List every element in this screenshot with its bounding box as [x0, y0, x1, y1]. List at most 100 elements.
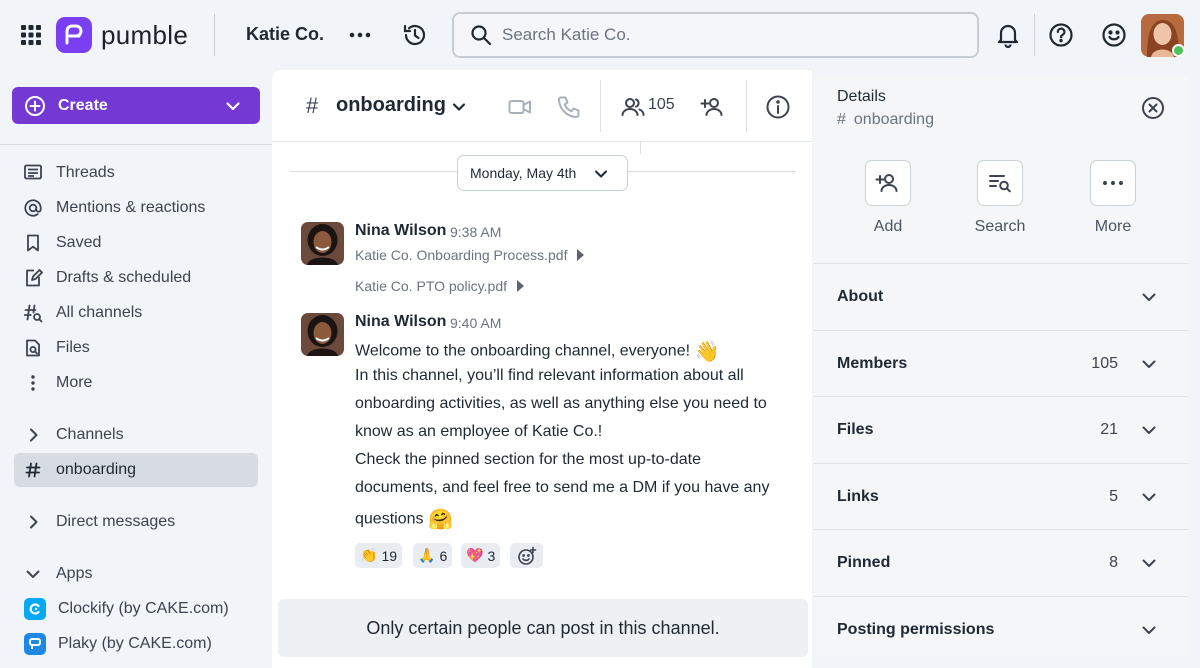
- pumble-logo: pumble: [56, 17, 188, 53]
- posting-restricted-notice: Only certain people can post in this cha…: [278, 599, 808, 657]
- date-label: Monday, May 4th: [470, 165, 577, 181]
- reaction-emoji: 👏: [360, 547, 378, 563]
- message-line: know as an employee of Katie Co.!: [355, 423, 603, 440]
- create-button[interactable]: Create: [12, 87, 260, 124]
- workspace-name[interactable]: Katie Co.: [246, 24, 324, 45]
- sidebar-item-label: Drafts & scheduled: [56, 269, 192, 286]
- details-section-about[interactable]: About: [814, 263, 1188, 329]
- bookmark-icon: [22, 232, 44, 254]
- sidebar-item-label: All channels: [56, 304, 143, 321]
- info-icon[interactable]: [765, 94, 791, 120]
- phone-call-icon[interactable]: [556, 94, 582, 120]
- more-vertical-icon: [22, 372, 44, 394]
- search-bar[interactable]: [452, 12, 979, 58]
- message-line: documents, and feel free to send me a DM…: [355, 479, 770, 496]
- sidebar-app-clockify[interactable]: Clockify (by CAKE.com): [14, 592, 258, 626]
- avatar[interactable]: [301, 222, 344, 265]
- details-action-label: Search: [974, 218, 1026, 235]
- more-horizontal-icon[interactable]: [348, 24, 372, 46]
- reaction-count: 6: [439, 547, 448, 564]
- message-text: questions 🤗: [355, 507, 453, 532]
- apps-grid-icon[interactable]: [20, 24, 42, 46]
- member-count[interactable]: 105: [648, 96, 675, 114]
- details-section-pinned[interactable]: Pinned 8: [814, 529, 1188, 595]
- sidebar-section-channels[interactable]: Channels: [14, 418, 258, 452]
- sidebar-item-all-channels[interactable]: All channels: [14, 296, 258, 330]
- files-icon: [22, 337, 44, 359]
- details-search-button[interactable]: Search: [955, 160, 1045, 236]
- play-icon: [577, 249, 585, 261]
- sidebar-item-mentions[interactable]: Mentions & reactions: [14, 191, 258, 225]
- channel-title[interactable]: onboarding: [336, 94, 446, 117]
- at-icon: [22, 197, 44, 219]
- reaction-count: 19: [381, 547, 398, 564]
- section-label: Links: [837, 487, 879, 505]
- section-count: 5: [1109, 487, 1118, 505]
- details-section-posting-permissions[interactable]: Posting permissions: [814, 596, 1188, 662]
- bell-icon[interactable]: [995, 22, 1021, 48]
- sidebar-item-more[interactable]: More: [14, 366, 258, 400]
- details-channel: # onboarding: [837, 111, 934, 129]
- reaction-clap[interactable]: 👏 19: [355, 543, 403, 568]
- play-icon: [517, 280, 524, 292]
- sidebar-app-plaky[interactable]: Plaky (by CAKE.com): [14, 627, 258, 661]
- plus-circle-icon: [24, 95, 46, 117]
- sidebar-item-saved[interactable]: Saved: [14, 226, 258, 260]
- reaction-emoji: 💖: [466, 547, 484, 563]
- section-label: Pinned: [837, 553, 891, 571]
- help-icon[interactable]: [1048, 22, 1074, 48]
- sidebar-app-label: Plaky (by CAKE.com): [58, 635, 212, 652]
- details-section-files[interactable]: Files 21: [814, 396, 1188, 462]
- add-member-icon[interactable]: [700, 94, 726, 120]
- chevron-down-icon[interactable]: [450, 98, 468, 116]
- attachment[interactable]: Katie Co. Onboarding Process.pdf: [355, 247, 585, 263]
- message-line: Check the pinned section for the most up…: [355, 451, 701, 468]
- hug-emoji: 🤗: [427, 509, 453, 531]
- sidebar-channel-onboarding[interactable]: onboarding: [14, 453, 258, 487]
- chevron-down-icon: [22, 563, 44, 585]
- add-reaction-button[interactable]: [510, 543, 543, 568]
- details-section-members[interactable]: Members 105: [814, 330, 1188, 396]
- details-add-button[interactable]: Add: [843, 160, 933, 236]
- details-action-label: Add: [873, 218, 903, 235]
- message-text: Welcome to the onboarding channel, every…: [355, 339, 719, 364]
- chevron-down-icon: [1140, 355, 1158, 373]
- chevron-down-icon: [1140, 488, 1158, 506]
- sidebar-item-drafts[interactable]: Drafts & scheduled: [14, 261, 258, 295]
- details-panel: Details # onboarding Add Search More Abo…: [814, 76, 1188, 656]
- details-section-links[interactable]: Links 5: [814, 463, 1188, 529]
- details-more-button[interactable]: More: [1068, 160, 1158, 236]
- section-count: 21: [1100, 420, 1118, 438]
- message-author[interactable]: Nina Wilson: [355, 222, 446, 240]
- search-input[interactable]: [502, 25, 952, 45]
- chevron-down-icon: [1140, 621, 1158, 639]
- section-count: 105: [1091, 354, 1118, 372]
- sidebar-section-direct-messages[interactable]: Direct messages: [14, 505, 258, 539]
- more-horizontal-icon: [1090, 160, 1136, 206]
- history-icon[interactable]: [402, 22, 428, 48]
- members-icon[interactable]: [620, 94, 646, 120]
- avatar[interactable]: [301, 313, 344, 356]
- chevron-right-icon: [22, 511, 44, 533]
- sidebar-section-apps[interactable]: Apps: [14, 557, 258, 591]
- reaction-pray[interactable]: 🙏 6: [413, 543, 453, 568]
- close-icon[interactable]: [1141, 96, 1165, 120]
- date-jump-button[interactable]: Monday, May 4th: [457, 155, 628, 191]
- emoji-icon[interactable]: [1101, 22, 1127, 48]
- sidebar-divider: [0, 144, 272, 145]
- reaction-heart[interactable]: 💖 3: [461, 543, 501, 568]
- sidebar-item-files[interactable]: Files: [14, 331, 258, 365]
- chevron-down-icon: [1140, 288, 1158, 306]
- sidebar-item-label: Threads: [56, 164, 115, 181]
- sidebar-section-label: Channels: [56, 426, 124, 443]
- top-bar: pumble Katie Co.: [0, 0, 1200, 70]
- brand-name: pumble: [101, 19, 189, 50]
- video-call-icon[interactable]: [507, 94, 533, 120]
- search-icon: [470, 24, 492, 46]
- sidebar-item-threads[interactable]: Threads: [14, 156, 258, 190]
- message-author[interactable]: Nina Wilson: [355, 313, 446, 331]
- sidebar-section-label: Apps: [56, 565, 93, 582]
- draft-icon: [22, 267, 44, 289]
- chevron-down-icon: [593, 166, 609, 182]
- attachment[interactable]: Katie Co. PTO policy.pdf: [355, 278, 524, 294]
